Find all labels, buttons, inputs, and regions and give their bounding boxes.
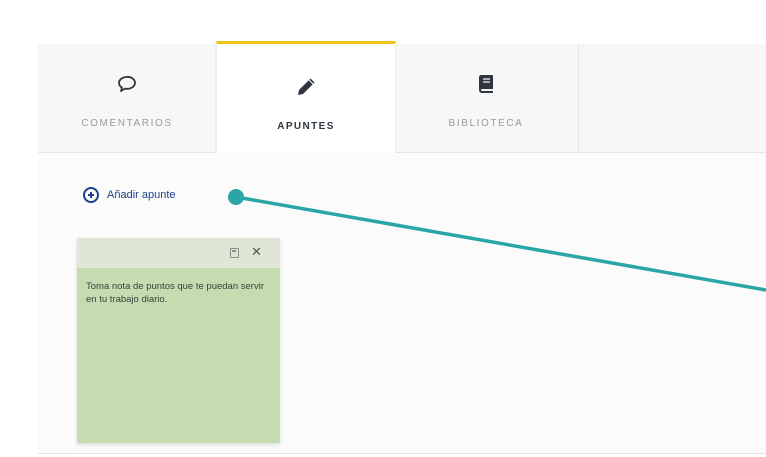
notes-panel: COMENTARIOS APUNTES BIBLIOTECA Añadir ap… — [0, 0, 766, 457]
note-header: ✕ — [77, 238, 280, 268]
book-icon — [479, 75, 493, 93]
tab-bar: COMENTARIOS APUNTES BIBLIOTECA — [38, 41, 766, 155]
note-text[interactable]: Toma nota de puntos que te puedan servir… — [77, 268, 280, 306]
tab-label: BIBLIOTECA — [448, 118, 524, 129]
pencil-icon — [298, 78, 315, 95]
add-note-button[interactable]: Añadir apunte — [83, 187, 176, 203]
close-icon[interactable]: ✕ — [251, 244, 262, 260]
save-icon[interactable] — [230, 248, 239, 258]
tab-comentarios[interactable]: COMENTARIOS — [38, 44, 216, 152]
tab-label: APUNTES — [277, 121, 335, 132]
tab-label: COMENTARIOS — [81, 118, 173, 129]
notes-content: Añadir apunte ✕ Toma nota de puntos que … — [38, 153, 766, 454]
add-note-label: Añadir apunte — [107, 189, 176, 201]
tab-biblioteca[interactable]: BIBLIOTECA — [394, 44, 579, 152]
sticky-note[interactable]: ✕ Toma nota de puntos que te puedan serv… — [77, 238, 280, 443]
speech-bubble-icon — [118, 75, 136, 92]
tab-apuntes[interactable]: APUNTES — [216, 41, 396, 155]
plus-circle-icon — [83, 187, 99, 203]
